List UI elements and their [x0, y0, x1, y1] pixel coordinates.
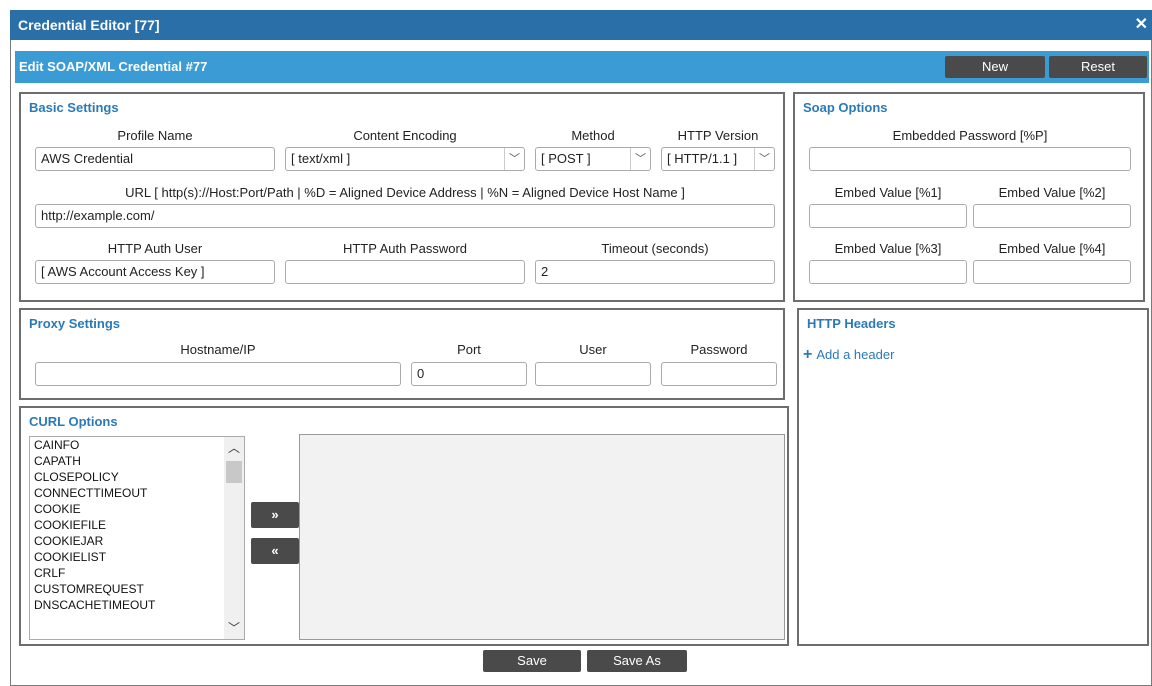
- auth-user-label: HTTP Auth User: [107, 241, 203, 256]
- embed-value-4-label: Embed Value [%4]: [998, 241, 1106, 256]
- embedded-password-input[interactable]: [809, 147, 1131, 171]
- embed-value-1-input[interactable]: [809, 204, 967, 228]
- auth-password-label: HTTP Auth Password: [342, 241, 468, 256]
- close-icon[interactable]: ✕: [1135, 10, 1148, 40]
- curl-options-items: CAINFO CAPATH CLOSEPOLICY CONNECTTIMEOUT COO…: [30, 437, 226, 613]
- auth-password-input[interactable]: [285, 260, 525, 284]
- proxy-hostname-label: Hostname/IP: [180, 342, 256, 357]
- proxy-password-input[interactable]: [661, 362, 777, 386]
- chevron-down-icon: ﹀: [754, 148, 774, 170]
- list-item[interactable]: CUSTOMREQUEST: [30, 581, 226, 597]
- http-version-label: HTTP Version: [677, 128, 759, 143]
- chevron-down-icon: ﹀: [630, 148, 650, 170]
- chevron-up-icon[interactable]: ︿: [224, 439, 244, 457]
- list-item[interactable]: COOKIEJAR: [30, 533, 226, 549]
- http-version-value: [ HTTP/1.1 ]: [667, 151, 738, 166]
- plus-icon: +: [803, 346, 813, 363]
- content-encoding-label: Content Encoding: [353, 128, 457, 143]
- proxy-port-label: Port: [457, 342, 481, 357]
- embed-value-3-label: Embed Value [%3]: [834, 241, 942, 256]
- auth-user-input[interactable]: [ AWS Account Access Key ]: [35, 260, 275, 284]
- basic-settings-title: Basic Settings: [29, 100, 119, 115]
- proxy-settings-title: Proxy Settings: [29, 316, 121, 331]
- content-encoding-select[interactable]: [ text/xml ] ﹀: [285, 147, 525, 171]
- list-scrollbar[interactable]: ︿ ﹀: [224, 437, 244, 639]
- list-item[interactable]: COOKIEFILE: [30, 517, 226, 533]
- curl-options-title: CURL Options: [29, 414, 118, 429]
- url-label: URL [ http(s)://Host:Port/Path | %D = Al…: [125, 185, 685, 200]
- method-label: Method: [571, 128, 615, 143]
- timeout-label: Timeout (seconds): [601, 241, 709, 256]
- embed-value-1-label: Embed Value [%1]: [834, 185, 942, 200]
- curl-options-panel: CURL Options CAINFO CAPATH CLOSEPOLICY CONN…: [19, 406, 789, 646]
- basic-settings-panel: Basic Settings Profile Name AWS Credenti…: [19, 92, 785, 302]
- embed-value-2-input[interactable]: [973, 204, 1131, 228]
- reset-button[interactable]: Reset: [1049, 56, 1147, 78]
- embedded-password-label: Embedded Password [%P]: [892, 128, 1048, 143]
- timeout-input[interactable]: 2: [535, 260, 775, 284]
- remove-option-button[interactable]: «: [251, 538, 299, 564]
- content-encoding-value: [ text/xml ]: [291, 151, 351, 166]
- curl-options-list[interactable]: CAINFO CAPATH CLOSEPOLICY CONNECTTIMEOUT COO…: [29, 436, 245, 640]
- add-header-label: Add a header: [816, 347, 895, 362]
- list-item[interactable]: COOKIE: [30, 501, 226, 517]
- profile-name-input[interactable]: AWS Credential: [35, 147, 275, 171]
- soap-options-title: Soap Options: [803, 100, 888, 115]
- add-header-link[interactable]: + Add a header: [803, 346, 894, 364]
- chevron-down-icon[interactable]: ﹀: [224, 619, 244, 637]
- proxy-hostname-input[interactable]: [35, 362, 401, 386]
- list-item[interactable]: CONNECTTIMEOUT: [30, 485, 226, 501]
- credential-editor-dialog: Edit SOAP/XML Credential #77 New Reset B…: [10, 40, 1152, 686]
- embed-value-3-input[interactable]: [809, 260, 967, 284]
- soap-options-panel: Soap Options Embedded Password [%P] Embe…: [793, 92, 1145, 302]
- proxy-port-input[interactable]: 0: [411, 362, 527, 386]
- embed-value-4-input[interactable]: [973, 260, 1131, 284]
- editor-title: Edit SOAP/XML Credential #77: [19, 59, 208, 74]
- chevron-down-icon: ﹀: [504, 148, 524, 170]
- http-headers-panel: HTTP Headers + Add a header: [797, 308, 1149, 646]
- embed-value-2-label: Embed Value [%2]: [998, 185, 1106, 200]
- http-headers-title: HTTP Headers: [807, 316, 896, 331]
- scrollbar-thumb[interactable]: [226, 461, 242, 483]
- save-as-button[interactable]: Save As: [587, 650, 687, 672]
- list-item[interactable]: DNSCACHETIMEOUT: [30, 597, 226, 613]
- selected-options-list[interactable]: [299, 434, 785, 640]
- window-titlebar: Credential Editor [77] ✕: [10, 10, 1152, 40]
- add-option-button[interactable]: »: [251, 502, 299, 528]
- profile-name-label: Profile Name: [117, 128, 193, 143]
- proxy-password-label: Password: [690, 342, 748, 357]
- list-item[interactable]: CAINFO: [30, 437, 226, 453]
- method-select[interactable]: [ POST ] ﹀: [535, 147, 651, 171]
- proxy-user-label: User: [579, 342, 607, 357]
- list-item[interactable]: CAPATH: [30, 453, 226, 469]
- editor-header: Edit SOAP/XML Credential #77 New Reset: [15, 51, 1149, 83]
- http-version-select[interactable]: [ HTTP/1.1 ] ﹀: [661, 147, 775, 171]
- list-item[interactable]: CRLF: [30, 565, 226, 581]
- list-item[interactable]: COOKIELIST: [30, 549, 226, 565]
- proxy-settings-panel: Proxy Settings Hostname/IP Port 0 User P…: [19, 308, 785, 400]
- new-button[interactable]: New: [945, 56, 1045, 78]
- url-input[interactable]: http://example.com/: [35, 204, 775, 228]
- method-value: [ POST ]: [541, 151, 591, 166]
- list-item[interactable]: CLOSEPOLICY: [30, 469, 226, 485]
- save-button[interactable]: Save: [483, 650, 581, 672]
- window-title: Credential Editor [77]: [18, 17, 160, 33]
- proxy-user-input[interactable]: [535, 362, 651, 386]
